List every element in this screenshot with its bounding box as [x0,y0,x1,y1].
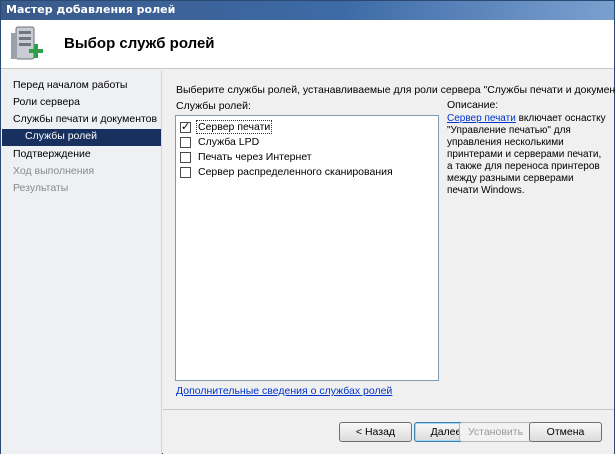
title-bar[interactable]: Мастер добавления ролей [1,1,614,20]
role-service-lpd[interactable]: Служба LPD [180,135,260,149]
role-service-label: Служба LPD [198,136,260,148]
role-service-label: Сервер печати [195,120,273,134]
checkbox[interactable]: ✓ [180,119,191,133]
description-body: включает оснастку "Управление печатью" д… [447,113,606,196]
nav-step-before-you-begin[interactable]: Перед началом работы [13,78,127,95]
wizard-window: Мастер добавления ролей Выбор служб роле… [0,0,615,454]
checkbox[interactable] [180,151,191,163]
role-service-print-server[interactable]: ✓ Сервер печати [180,119,273,134]
nav-step-results: Результаты [13,182,69,194]
description-title: Описание: [447,99,499,111]
cancel-button[interactable]: Отмена [529,422,602,442]
server-add-icon [11,26,43,60]
page-header: Выбор служб ролей [1,20,614,69]
nav-step-print-services[interactable]: Службы печати и документов [13,112,157,129]
page-title: Выбор служб ролей [64,35,215,52]
role-services-list[interactable]: ✓ Сервер печати Служба LPD Печать через … [175,115,439,381]
instruction-text: Выберите службы ролей, устанавливаемые д… [176,84,615,96]
role-service-label: Сервер распределенного сканирования [198,166,393,178]
checkbox[interactable] [180,136,191,148]
role-services-label: Службы ролей: [176,100,251,112]
back-button[interactable]: < Назад [339,422,412,442]
install-button: Установить [459,422,532,442]
window-title: Мастер добавления ролей [6,3,176,16]
role-service-distributed-scan[interactable]: Сервер распределенного сканирования [180,165,394,179]
checkbox[interactable] [180,166,191,178]
role-service-label: Печать через Интернет [198,151,312,163]
nav-step-progress: Ход выполнения [13,165,95,177]
print-server-link[interactable]: Сервер печати [447,113,516,124]
nav-step-confirmation[interactable]: Подтверждение [13,147,91,164]
nav-step-role-services[interactable]: Службы ролей [2,129,161,146]
checkmark-icon: ✓ [181,119,191,133]
footer-divider [163,409,614,410]
nav-step-server-roles[interactable]: Роли сервера [13,95,80,112]
description-text: Сервер печати включает оснастку "Управле… [447,113,607,197]
main-content: Выберите службы ролей, устанавливаемые д… [163,70,615,454]
role-service-internet-printing[interactable]: Печать через Интернет [180,150,313,164]
wizard-steps-nav: Перед началом работы Роли сервера Службы… [1,70,162,454]
more-info-link[interactable]: Дополнительные сведения о службах ролей [176,385,392,397]
